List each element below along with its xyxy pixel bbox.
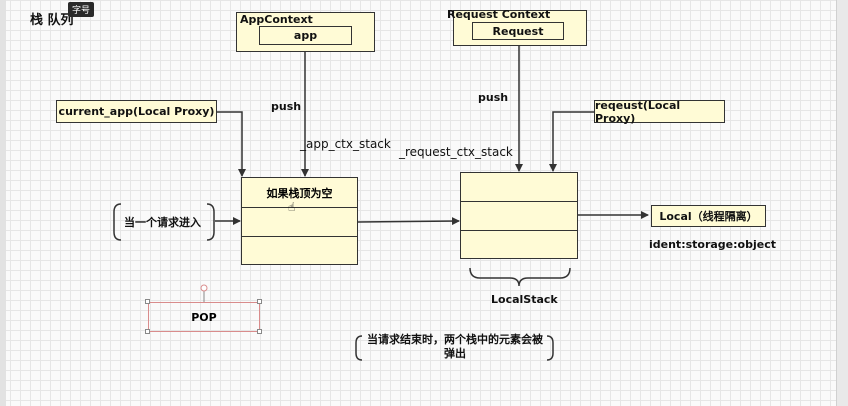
current-app-proxy-box[interactable]: current_app(Local Proxy): [56, 100, 217, 123]
app-context-label: AppContext: [240, 13, 313, 26]
note-bracket-right: [546, 335, 554, 361]
ident-label: ident:storage:object: [649, 238, 776, 251]
current-app-arrow: [217, 111, 246, 177]
local-box[interactable]: Local（线程隔离）: [651, 205, 766, 227]
enter-bracket-left: [113, 203, 122, 241]
request-stack-cell: [461, 202, 577, 231]
request-ctx-stack[interactable]: [460, 172, 578, 259]
push-label-right: push: [478, 91, 509, 104]
resize-handle[interactable]: [145, 329, 150, 334]
app-ctx-stack-label: _app_ctx_stack: [300, 137, 391, 151]
stack-to-stack-arrow: [357, 217, 460, 226]
pop-note: 当请求结束时，两个栈中的元素会被 弹出: [364, 333, 546, 361]
pop-rotate-handle: [200, 284, 208, 292]
push-label-left: push: [271, 100, 302, 113]
request-stack-cell: [461, 231, 577, 260]
request-enter-label: 当一个请求进入: [124, 216, 201, 229]
localstack-brace: [469, 267, 571, 287]
app-ctx-stack[interactable]: 如果栈顶为空: [241, 177, 358, 265]
app-box[interactable]: app: [259, 26, 352, 45]
resize-handle[interactable]: [257, 329, 262, 334]
app-stack-cell: [242, 208, 357, 237]
note-bracket-left: [355, 335, 363, 361]
pop-note-line2: 弹出: [444, 347, 466, 360]
request-stack-cell: [461, 173, 577, 202]
hand-cursor-icon: ☝: [288, 200, 296, 214]
request-ctx-stack-label: _request_ctx_stack: [399, 145, 513, 159]
app-stack-cell: [242, 237, 357, 266]
resize-handle[interactable]: [145, 299, 150, 304]
request-context-label: Request Context: [447, 8, 551, 21]
enter-bracket-right: [206, 203, 215, 241]
pop-note-line1: 当请求结束时，两个栈中的元素会被: [367, 333, 543, 346]
request-proxy-arrow: [549, 111, 594, 172]
app-stack-top-cell: 如果栈顶为空: [242, 178, 357, 208]
localstack-label: LocalStack: [491, 293, 558, 306]
request-box[interactable]: Request: [472, 22, 564, 40]
pop-shape[interactable]: POP: [148, 302, 260, 332]
request-proxy-box[interactable]: reqeust(Local Proxy): [594, 99, 725, 125]
resize-handle[interactable]: [257, 299, 262, 304]
